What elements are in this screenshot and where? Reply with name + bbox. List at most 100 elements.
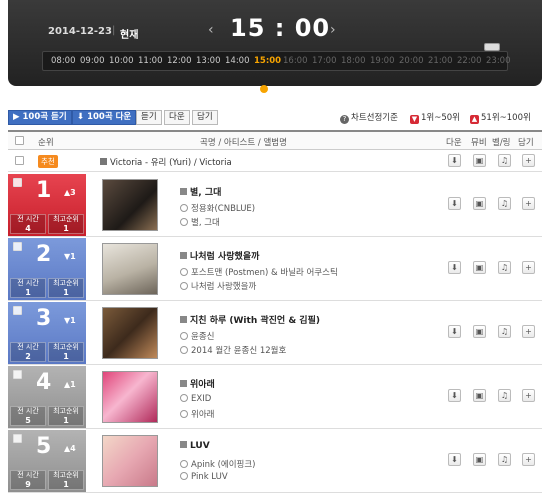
mv-icon[interactable]: ▣ bbox=[473, 197, 486, 210]
hour-2000: 20:00 bbox=[399, 56, 424, 66]
chart-row: 5 ▲4 전 시간 9 최고순위 1 LUV Apink (에이핑크) Pink L… bbox=[8, 429, 542, 493]
hour-0800[interactable]: 08:00 bbox=[51, 56, 76, 66]
ringtone-icon[interactable]: ♫ bbox=[498, 154, 511, 167]
song-title[interactable]: LUV bbox=[180, 441, 210, 451]
add-icon[interactable]: + bbox=[522, 325, 535, 338]
download-icon[interactable]: ⬇ bbox=[448, 453, 461, 466]
artist-name[interactable]: 윤종신 bbox=[180, 330, 214, 342]
select-all-checkbox[interactable] bbox=[15, 136, 24, 145]
mv-icon[interactable]: ▣ bbox=[473, 389, 486, 402]
album-cover[interactable] bbox=[102, 243, 158, 295]
prev-hour-label: 전 시간 bbox=[17, 215, 39, 223]
row-checkbox[interactable] bbox=[13, 434, 22, 443]
album-name[interactable]: Pink LUV bbox=[180, 472, 228, 482]
song-title-text: 나처럼 사랑했을까 bbox=[190, 252, 260, 262]
best-rank: 최고순위 1 bbox=[48, 342, 84, 362]
panel-indicator-dot bbox=[260, 85, 268, 93]
album-name[interactable]: 위아래 bbox=[180, 408, 214, 420]
hour-1400[interactable]: 14:00 bbox=[225, 56, 250, 66]
song-title[interactable]: 나처럼 사랑했을까 bbox=[180, 249, 259, 262]
album-name[interactable]: 나처럼 사랑했을까 bbox=[180, 280, 256, 292]
download-icon[interactable]: ⬇ bbox=[448, 261, 461, 274]
ringtone-icon[interactable]: ♫ bbox=[498, 389, 511, 402]
hour-1500-active[interactable]: 15:00 bbox=[254, 56, 281, 66]
add-icon[interactable]: + bbox=[522, 261, 535, 274]
col-mv: 뮤비 bbox=[471, 138, 487, 148]
mv-icon[interactable]: ▣ bbox=[473, 261, 486, 274]
song-title[interactable]: 지친 하루 (With 곽진언 & 김필) bbox=[180, 313, 320, 326]
prev-hour-value: 2 bbox=[25, 352, 31, 361]
ringtone-icon[interactable]: ♫ bbox=[498, 453, 511, 466]
prev-hour-arrow-icon[interactable]: ‹ bbox=[208, 22, 214, 38]
listen-100-button[interactable]: ▶ 100곡 듣기 bbox=[8, 110, 72, 125]
download-100-button[interactable]: ⬇ 100곡 다운 bbox=[72, 110, 137, 125]
album-cover[interactable] bbox=[102, 307, 158, 359]
chart-row: 1 ▲3 전 시간 4 최고순위 1 별, 그대 정용화(CNBLUE) 별, 그대… bbox=[8, 173, 542, 237]
hour-1000[interactable]: 10:00 bbox=[109, 56, 134, 66]
download-icon[interactable]: ⬇ bbox=[448, 154, 461, 167]
mv-icon[interactable]: ▣ bbox=[473, 154, 486, 167]
artist-name[interactable]: EXID bbox=[180, 394, 211, 404]
song-title[interactable]: 위아래 bbox=[180, 377, 215, 390]
hour-1200[interactable]: 12:00 bbox=[167, 56, 192, 66]
hour-0900[interactable]: 09:00 bbox=[80, 56, 105, 66]
album-name[interactable]: 2014 월간 윤종신 12월호 bbox=[180, 344, 286, 356]
album-cover[interactable] bbox=[102, 435, 158, 487]
best-rank: 최고순위 1 bbox=[48, 406, 84, 426]
artist-name[interactable]: 포스트맨 (Postmen) & 바닐라 어쿠스틱 bbox=[180, 266, 338, 278]
rank-box: 5 ▲4 전 시간 9 최고순위 1 bbox=[8, 430, 86, 492]
rank-1-50-filter[interactable]: ▼ 1위~50위 bbox=[410, 111, 460, 124]
rank-change: ▲3 bbox=[64, 188, 76, 197]
hour-1900: 19:00 bbox=[370, 56, 395, 66]
chart-basis-link[interactable]: ? 차트선정기준 bbox=[340, 111, 398, 124]
rank-51-100-filter[interactable]: ▲ 51위~100위 bbox=[470, 111, 531, 124]
chart-basis-label: 차트선정기준 bbox=[351, 113, 398, 123]
recommend-text: Victoria - 유리 (Yuri) / Victoria bbox=[110, 158, 232, 168]
mv-icon[interactable]: ▣ bbox=[473, 453, 486, 466]
prev-hour-label: 전 시간 bbox=[17, 279, 39, 287]
download-icon[interactable]: ⬇ bbox=[448, 197, 461, 210]
timeline-slider-handle[interactable] bbox=[484, 43, 500, 51]
album-cover[interactable] bbox=[102, 371, 158, 423]
rank-1-50-label: 1위~50위 bbox=[421, 113, 460, 123]
download-icon[interactable]: ⬇ bbox=[448, 325, 461, 338]
next-hour-arrow-icon[interactable]: › bbox=[330, 22, 336, 38]
row-checkbox[interactable] bbox=[13, 178, 22, 187]
best-rank: 최고순위 1 bbox=[48, 278, 84, 298]
col-download: 다운 bbox=[446, 138, 462, 148]
recommend-song-link[interactable]: Victoria - 유리 (Yuri) / Victoria bbox=[100, 156, 232, 168]
listen-button[interactable]: 듣기 bbox=[136, 110, 162, 125]
album-cover[interactable] bbox=[102, 179, 158, 231]
row-checkbox[interactable] bbox=[13, 242, 22, 251]
add-button[interactable]: 담기 bbox=[192, 110, 218, 125]
hour-1700: 17:00 bbox=[312, 56, 337, 66]
prev-hour-label: 전 시간 bbox=[17, 407, 39, 415]
best-rank-label: 최고순위 bbox=[53, 279, 79, 287]
album-icon bbox=[180, 346, 188, 354]
col-song-info: 곡명 / 아티스트 / 앨범명 bbox=[200, 138, 287, 148]
best-rank-value: 1 bbox=[63, 224, 69, 233]
mv-icon[interactable]: ▣ bbox=[473, 325, 486, 338]
ringtone-icon[interactable]: ♫ bbox=[498, 325, 511, 338]
recommend-checkbox[interactable] bbox=[15, 156, 24, 165]
add-icon[interactable]: + bbox=[522, 197, 535, 210]
download-button[interactable]: 다운 bbox=[164, 110, 190, 125]
song-title[interactable]: 별, 그대 bbox=[180, 185, 221, 198]
ringtone-icon[interactable]: ♫ bbox=[498, 197, 511, 210]
artist-name[interactable]: 정용화(CNBLUE) bbox=[180, 202, 255, 214]
album-name[interactable]: 별, 그대 bbox=[180, 216, 220, 228]
now-label[interactable]: 현재 bbox=[120, 26, 138, 41]
download-icon[interactable]: ⬇ bbox=[448, 389, 461, 402]
artist-name[interactable]: Apink (에이핑크) bbox=[180, 458, 256, 470]
rank-change: ▲1 bbox=[64, 380, 76, 389]
song-title-text: 위아래 bbox=[190, 380, 215, 390]
hour-1300[interactable]: 13:00 bbox=[196, 56, 221, 66]
hour-1100[interactable]: 11:00 bbox=[138, 56, 163, 66]
ringtone-icon[interactable]: ♫ bbox=[498, 261, 511, 274]
row-checkbox[interactable] bbox=[13, 306, 22, 315]
row-checkbox[interactable] bbox=[13, 370, 22, 379]
add-icon[interactable]: + bbox=[522, 389, 535, 402]
add-icon[interactable]: + bbox=[522, 453, 535, 466]
add-icon[interactable]: + bbox=[522, 154, 535, 167]
prev-hour-rank: 전 시간 4 bbox=[10, 214, 46, 234]
